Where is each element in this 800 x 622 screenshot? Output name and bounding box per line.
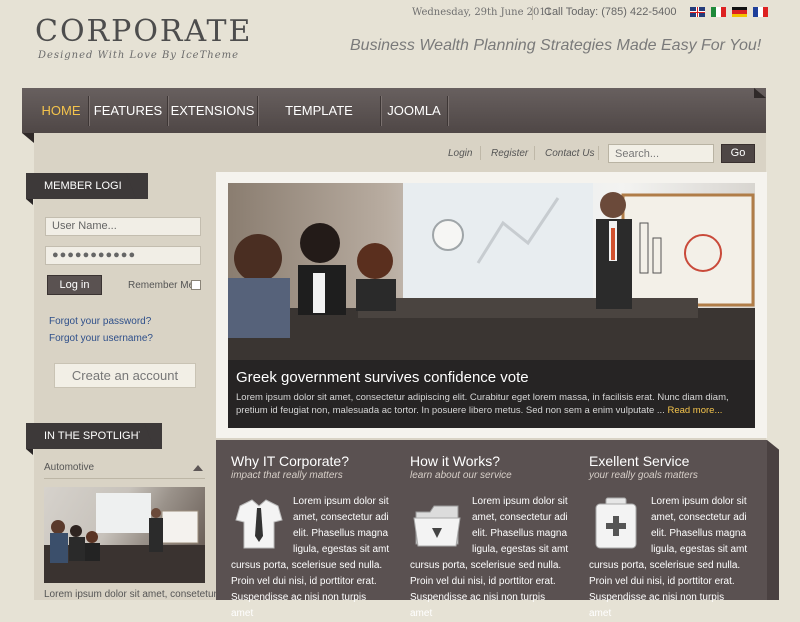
folder-icon <box>412 498 462 550</box>
nav-item-home[interactable]: HOME <box>34 88 88 133</box>
remember-me-label: Remember Me <box>128 280 195 291</box>
spotlight-text: Lorem ipsum dolor sit amet, consetetur <box>44 589 217 600</box>
column-text: Lorem ipsum dolor sit amet, consectetur … <box>651 496 748 555</box>
nav-divider <box>257 96 258 126</box>
column-text-more: cursus porta, scelerisue sed nulla. Proi… <box>589 560 741 619</box>
nav-item-extensions[interactable]: EXTENSIONS <box>169 88 256 133</box>
column-title: How it Works? <box>410 453 500 469</box>
nav-divider <box>167 96 168 126</box>
call-today: Call Today: (785) 422-5400 <box>544 6 677 18</box>
band-fold <box>767 440 779 600</box>
spotlight-category[interactable]: Automotive <box>44 462 205 473</box>
column-text: Lorem ipsum dolor sit amet, consectetur … <box>472 496 569 555</box>
nav-item-template-styles[interactable]: TEMPLATE STYLES <box>259 88 379 163</box>
spotlight-image[interactable] <box>44 487 205 583</box>
column-subtitle: learn about our service <box>410 470 512 481</box>
uk-flag-icon[interactable] <box>690 7 705 17</box>
slide-body: Lorem ipsum dolor sit amet, consectetur … <box>236 392 729 416</box>
column-subtitle: your really goals matters <box>589 470 698 481</box>
nav-divider <box>380 96 381 126</box>
first-aid-box-icon <box>592 496 640 550</box>
forgot-username-link[interactable]: Forgot your username? <box>49 333 153 344</box>
nav-fold <box>22 133 34 143</box>
divider <box>534 146 535 160</box>
heading-fold <box>26 199 33 205</box>
nav-item-joomla[interactable]: JOOMLA <box>382 88 446 133</box>
divider <box>480 146 481 160</box>
germany-flag-icon[interactable] <box>732 7 747 17</box>
nav-item-features[interactable]: FEATURES <box>90 88 166 133</box>
search-go-button[interactable]: Go <box>721 144 755 163</box>
divider <box>598 146 599 160</box>
site-logo-subtitle: Designed With Love By IceTheme <box>38 50 240 61</box>
site-logo-title[interactable]: CORPORATE <box>35 14 252 49</box>
nav-divider <box>88 96 89 126</box>
italy-flag-icon[interactable] <box>711 7 726 17</box>
france-flag-icon[interactable] <box>753 7 768 17</box>
shirt-tie-icon <box>234 498 284 550</box>
column-title: Why IT Corporate? <box>231 453 350 469</box>
password-field[interactable]: ●●●●●●●●●●● <box>45 246 201 265</box>
divider <box>44 478 205 479</box>
slide-text: Lorem ipsum dolor sit amet, consectetur … <box>236 391 750 417</box>
column-text-more: cursus porta, scelerisue sed nulla. Proi… <box>231 560 383 619</box>
search-input[interactable]: Search... <box>608 144 714 163</box>
nav-divider <box>447 96 448 126</box>
column-text: Lorem ipsum dolor sit amet, consectetur … <box>293 496 390 555</box>
divider <box>532 6 533 20</box>
column-title: Exellent Service <box>589 453 690 469</box>
forgot-password-link[interactable]: Forgot your password? <box>49 316 151 327</box>
login-link[interactable]: Login <box>448 148 472 159</box>
tagline: Business Wealth Planning Strategies Made… <box>350 37 762 54</box>
register-link[interactable]: Register <box>491 148 528 159</box>
login-button[interactable]: Log in <box>47 275 102 295</box>
contact-us-link[interactable]: Contact Us <box>545 148 594 159</box>
collapse-arrow-icon[interactable] <box>193 465 203 471</box>
read-more-link[interactable]: Read more... <box>667 405 722 416</box>
username-field[interactable]: User Name... <box>45 217 201 236</box>
slide-title[interactable]: Greek government survives confidence vot… <box>236 369 529 386</box>
create-account-button[interactable]: Create an account <box>54 363 196 388</box>
column-text-more: cursus porta, scelerisue sed nulla. Proi… <box>410 560 562 619</box>
remember-me-checkbox[interactable] <box>191 280 201 290</box>
column-subtitle: impact that really matters <box>231 470 343 481</box>
heading-fold <box>26 449 33 455</box>
language-flags <box>690 7 768 17</box>
